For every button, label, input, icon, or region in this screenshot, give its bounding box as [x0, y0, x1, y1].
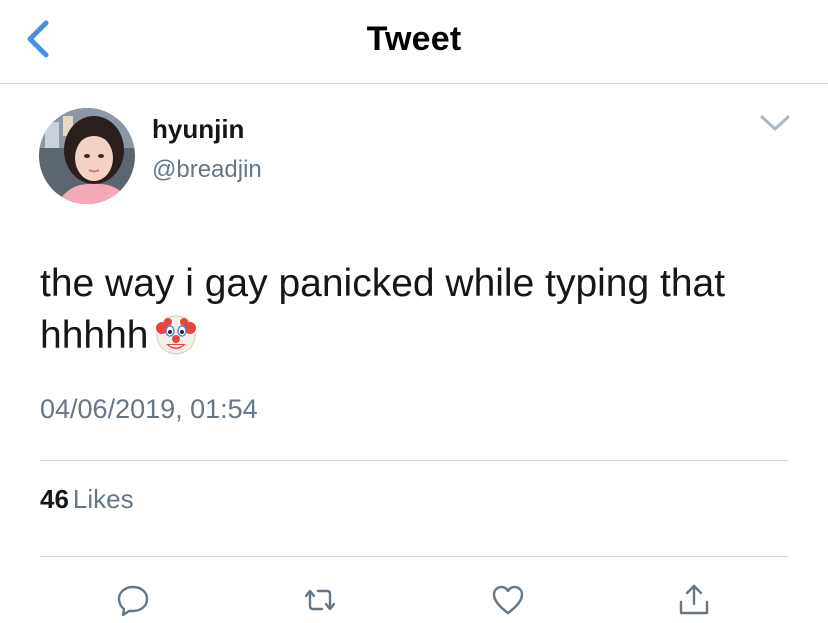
divider: [40, 556, 788, 557]
more-options-button[interactable]: [756, 108, 794, 138]
heart-icon: [492, 585, 524, 615]
share-button[interactable]: [672, 578, 716, 622]
clown-face-emoji: [156, 315, 197, 355]
author-handle[interactable]: @breadjin: [152, 156, 262, 184]
share-icon: [679, 584, 709, 615]
like-button[interactable]: [486, 578, 530, 622]
avatar[interactable]: [39, 108, 135, 204]
author-name[interactable]: hyunjin: [152, 114, 244, 145]
likes-count: 46: [40, 484, 69, 514]
navigation-bar: Tweet: [0, 0, 828, 84]
tweet-text-content: the way i gay panicked while typing that…: [40, 262, 726, 357]
tweet-text: the way i gay panicked while typing that…: [40, 258, 800, 362]
likes-stat[interactable]: 46 Likes: [40, 484, 134, 515]
chevron-down-icon: [760, 115, 790, 131]
tweet-timestamp: 04/06/2019, 01:54: [40, 394, 258, 424]
avatar-image: [39, 108, 135, 204]
retweet-button[interactable]: [298, 578, 342, 622]
reply-icon: [117, 585, 149, 617]
divider: [40, 460, 788, 461]
reply-button[interactable]: [111, 578, 155, 622]
likes-label: Likes: [72, 484, 134, 514]
retweet-icon: [304, 589, 336, 611]
page-title: Tweet: [366, 20, 462, 58]
